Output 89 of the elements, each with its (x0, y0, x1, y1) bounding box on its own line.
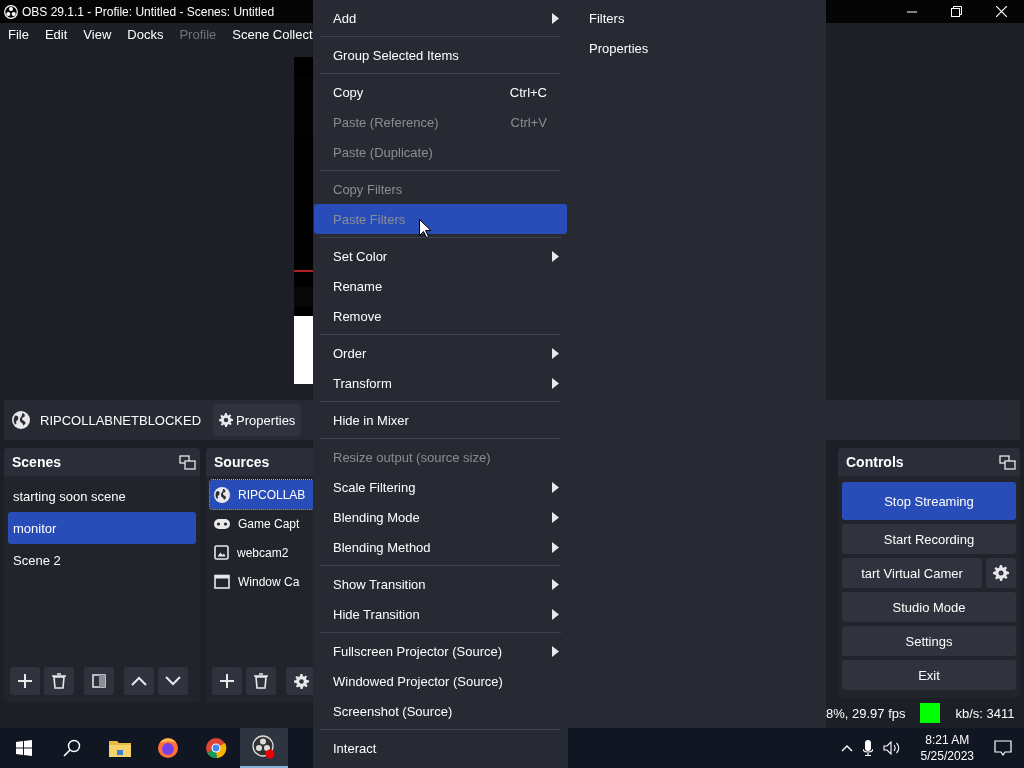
menu-item[interactable]: Copy Ctrl+C (314, 77, 567, 107)
volume-icon[interactable] (882, 741, 901, 755)
submenu-arrow-icon (552, 608, 559, 620)
menu-item[interactable]: Group Selected Items (314, 40, 567, 70)
caret-down-icon (165, 676, 181, 686)
menu-item[interactable]: Fullscreen Projector (Source) (314, 636, 567, 666)
add-button[interactable] (212, 667, 242, 695)
gear-icon (293, 673, 309, 689)
filter-icon (92, 674, 106, 688)
microphone-icon[interactable] (862, 740, 873, 756)
stats-text: 8%, 29.97 fps (826, 705, 906, 721)
globe-icon (214, 486, 230, 503)
menu-item[interactable]: Windowed Projector (Source) (314, 666, 567, 696)
menu-item[interactable]: Filters (568, 3, 826, 33)
submenu-arrow-icon (552, 541, 559, 553)
windows-logo-icon (16, 740, 32, 756)
submenu-arrow-icon (552, 645, 559, 657)
image-icon (214, 545, 229, 560)
caret-up-icon (131, 676, 147, 686)
trash-icon (254, 673, 268, 689)
recording-app-icon[interactable] (240, 728, 288, 768)
window-icon (214, 574, 230, 589)
submenu-arrow-icon (552, 347, 559, 359)
menu-item[interactable]: Properties (568, 33, 826, 63)
menu-item[interactable]: File (8, 27, 37, 42)
control-button[interactable]: Studio Mode (842, 592, 1016, 622)
source-name: RIPCOLLABNETBLOCKED (40, 412, 202, 428)
scene-item[interactable]: monitor (8, 512, 196, 544)
clock-date[interactable]: 5/25/2023 (920, 748, 974, 764)
submenu-arrow-icon (552, 377, 559, 389)
menu-item[interactable]: Add (314, 3, 567, 33)
clock-time[interactable]: 8:21 AM (925, 732, 970, 748)
scene-item[interactable]: starting soon scene (8, 480, 196, 512)
control-button[interactable]: Start Recording (842, 524, 1016, 554)
menu-item[interactable]: Set Color (314, 241, 567, 271)
undock-icon[interactable] (999, 454, 1016, 470)
globe-icon (12, 411, 30, 429)
submenu-arrow-icon (552, 12, 559, 24)
control-button[interactable]: Exit (842, 660, 1016, 690)
undock-icon[interactable] (179, 454, 196, 470)
move-up-button[interactable] (124, 667, 154, 695)
menu-item[interactable]: Remove (314, 301, 567, 331)
control-button[interactable]: Stop Streaming (842, 482, 1016, 520)
delete-button[interactable] (44, 667, 74, 695)
submenu-arrow-icon (552, 481, 559, 493)
search-icon (63, 739, 81, 757)
plus-icon (219, 673, 235, 689)
menu-item[interactable]: View (83, 27, 120, 42)
menu-item[interactable]: Hide in Mixer (314, 405, 567, 435)
gear-icon (219, 413, 234, 427)
move-down-button[interactable] (158, 667, 188, 695)
panel-title: Sources (214, 454, 270, 470)
delete-button[interactable] (246, 667, 276, 695)
panel-title: Scenes (12, 454, 62, 470)
caret-up-icon[interactable] (840, 744, 853, 752)
add-button[interactable] (10, 667, 40, 695)
submenu-arrow-icon (552, 250, 559, 262)
window-title: OBS 29.1.1 - Profile: Untitled - Scenes: Untitled (22, 4, 275, 19)
menu-item[interactable]: Interact (314, 733, 567, 763)
scene-item[interactable]: Scene 2 (8, 544, 196, 576)
menu-item[interactable]: Hide Transition (314, 599, 567, 629)
menu-item[interactable]: Screenshot (Source) (314, 696, 567, 726)
menu-item[interactable]: Edit (44, 27, 76, 42)
restore-icon (951, 6, 962, 17)
filters-button[interactable] (84, 667, 114, 695)
menu-item[interactable]: Transform (314, 368, 567, 398)
plus-icon (17, 673, 33, 689)
control-button[interactable]: Settings (842, 626, 1016, 656)
menu-item[interactable]: Rename (314, 271, 567, 301)
control-button[interactable]: tart Virtual Camer (842, 558, 982, 588)
gear-icon (993, 565, 1009, 581)
panel-title: Controls (846, 454, 904, 470)
settings-button[interactable] (286, 667, 316, 695)
menu-item[interactable]: Order (314, 338, 567, 368)
gamepad-icon (214, 518, 230, 529)
menu-item[interactable]: Blending Method (314, 532, 567, 562)
menu-item[interactable]: Docks (127, 27, 172, 42)
notification-icon[interactable] (994, 740, 1012, 756)
mouse-cursor-icon (419, 219, 431, 238)
status-indicator-icon (919, 703, 940, 723)
properties-button[interactable]: Properties (213, 404, 302, 436)
trash-icon (52, 673, 66, 689)
app-logo-icon (4, 4, 18, 19)
close-icon (996, 6, 1007, 17)
submenu-arrow-icon (552, 511, 559, 523)
settings-button[interactable] (986, 558, 1016, 588)
submenu-arrow-icon (552, 578, 559, 590)
bitrate-text: kb/s: 3411 (955, 705, 1015, 721)
menu-item[interactable]: Show Transition (314, 569, 567, 599)
